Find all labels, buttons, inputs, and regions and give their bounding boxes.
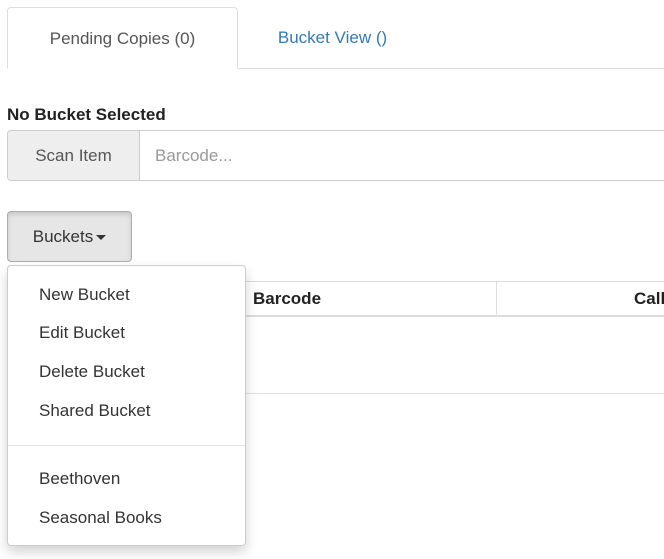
menu-item-bucket-seasonal-books[interactable]: Seasonal Books (8, 499, 245, 537)
column-header-call[interactable]: Call (634, 282, 664, 316)
column-divider (496, 282, 497, 316)
tab-pending-copies[interactable]: Pending Copies (0) (7, 7, 238, 69)
menu-item-shared-bucket[interactable]: Shared Bucket (8, 392, 245, 430)
page: Pending Copies (0) Bucket View () No Buc… (0, 0, 664, 559)
scan-item-group: Scan Item (7, 130, 664, 181)
caret-down-icon (96, 235, 107, 241)
tab-bar: Pending Copies (0) Bucket View () (7, 7, 664, 69)
menu-divider (8, 445, 245, 446)
scan-item-addon: Scan Item (8, 131, 140, 180)
tab-bucket-view[interactable]: Bucket View () (239, 7, 426, 69)
column-header-barcode[interactable]: Barcode (253, 282, 321, 316)
bucket-title: No Bucket Selected (7, 105, 166, 124)
menu-item-bucket-beethoven[interactable]: Beethoven (8, 460, 245, 498)
barcode-input[interactable] (140, 131, 664, 180)
buckets-button-label: Buckets (32, 227, 94, 246)
buckets-dropdown-button[interactable]: Buckets (7, 211, 132, 262)
menu-item-new-bucket[interactable]: New Bucket (8, 276, 245, 314)
buckets-dropdown-menu: New Bucket Edit Bucket Delete Bucket Sha… (7, 265, 246, 546)
menu-item-delete-bucket[interactable]: Delete Bucket (8, 353, 245, 391)
menu-item-edit-bucket[interactable]: Edit Bucket (8, 314, 245, 352)
